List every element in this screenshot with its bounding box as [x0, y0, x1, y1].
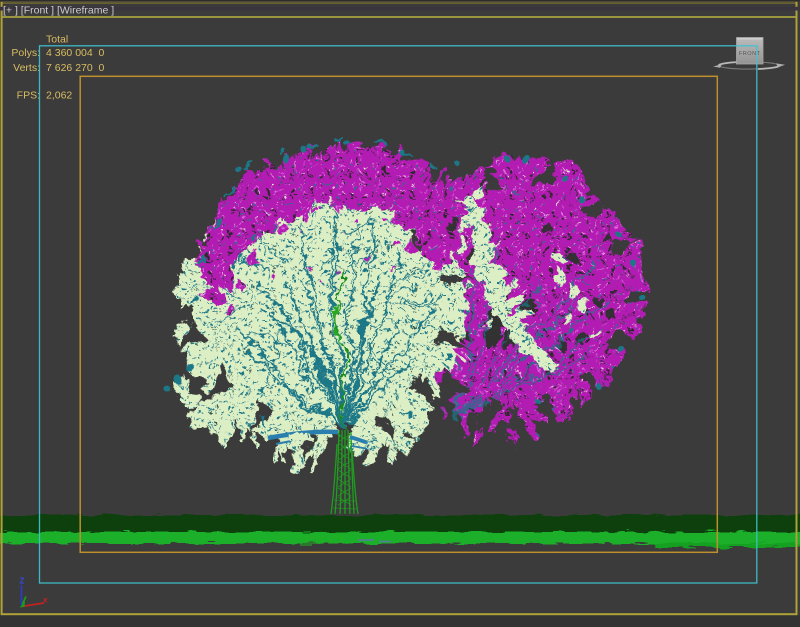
svg-text:x: x — [43, 596, 48, 605]
svg-text:FPS:: FPS: — [17, 90, 40, 102]
svg-text:4 360 004 0: 4 360 004 0 — [46, 47, 105, 59]
svg-text:Verts:: Verts: — [13, 62, 40, 74]
svg-text:Total: Total — [46, 34, 68, 46]
svg-text:2,062: 2,062 — [46, 90, 72, 102]
svg-text:[+ ] [Front ] [Wireframe ]: [+ ] [Front ] [Wireframe ] — [3, 4, 114, 16]
svg-text:7 626 270 0: 7 626 270 0 — [46, 62, 105, 74]
svg-text:Polys:: Polys: — [11, 47, 40, 59]
svg-text:Z: Z — [20, 577, 25, 586]
